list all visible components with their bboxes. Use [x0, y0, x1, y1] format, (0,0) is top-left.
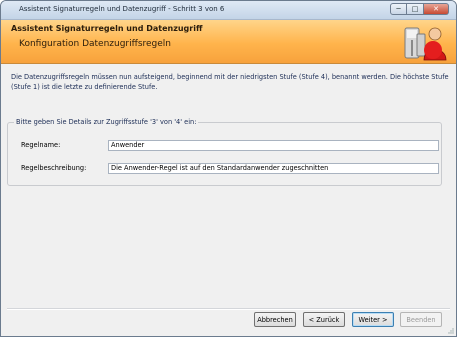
footer-separator	[7, 308, 450, 310]
resize-grip-icon[interactable]	[446, 326, 454, 334]
rule-name-label: Regelname:	[21, 141, 61, 149]
keys-user-icon	[404, 27, 447, 61]
back-button[interactable]: < Zurück	[303, 312, 345, 327]
window-title: Assistent Signaturregeln und Datenzugrif…	[19, 5, 225, 13]
title-bar[interactable]: Assistent Signaturregeln und Datenzugrif…	[1, 1, 456, 20]
wizard-header: Assistent Signaturregeln und Datenzugrif…	[1, 20, 456, 64]
minimize-button[interactable]: ─	[390, 3, 407, 15]
group-legend: Bitte geben Sie Details zur Zugriffsstuf…	[14, 118, 199, 126]
window-controls: ─ □ ✕	[390, 3, 449, 15]
close-button[interactable]: ✕	[424, 3, 449, 15]
header-subtitle: Konfiguration Datenzugriffsregeln	[19, 39, 172, 49]
cancel-button[interactable]: Abbrechen	[254, 312, 296, 327]
next-button[interactable]: Weiter >	[352, 312, 394, 327]
header-title: Assistent Signaturregeln und Datenzugrif…	[11, 24, 203, 33]
maximize-button[interactable]: □	[407, 3, 424, 15]
rule-description-field[interactable]: Die Anwender-Regel ist auf den Standarda…	[108, 163, 439, 174]
rule-description-label: Regelbeschreibung:	[21, 164, 87, 172]
finish-button[interactable]: Beenden	[400, 312, 442, 327]
rule-name-field[interactable]: Anwender	[108, 140, 439, 151]
rule-details-group: Bitte geben Sie Details zur Zugriffsstuf…	[7, 118, 442, 186]
wizard-window: Assistent Signaturregeln und Datenzugrif…	[0, 0, 457, 337]
description-text: Die Datenzugriffsregeln müssen nun aufst…	[11, 73, 449, 91]
